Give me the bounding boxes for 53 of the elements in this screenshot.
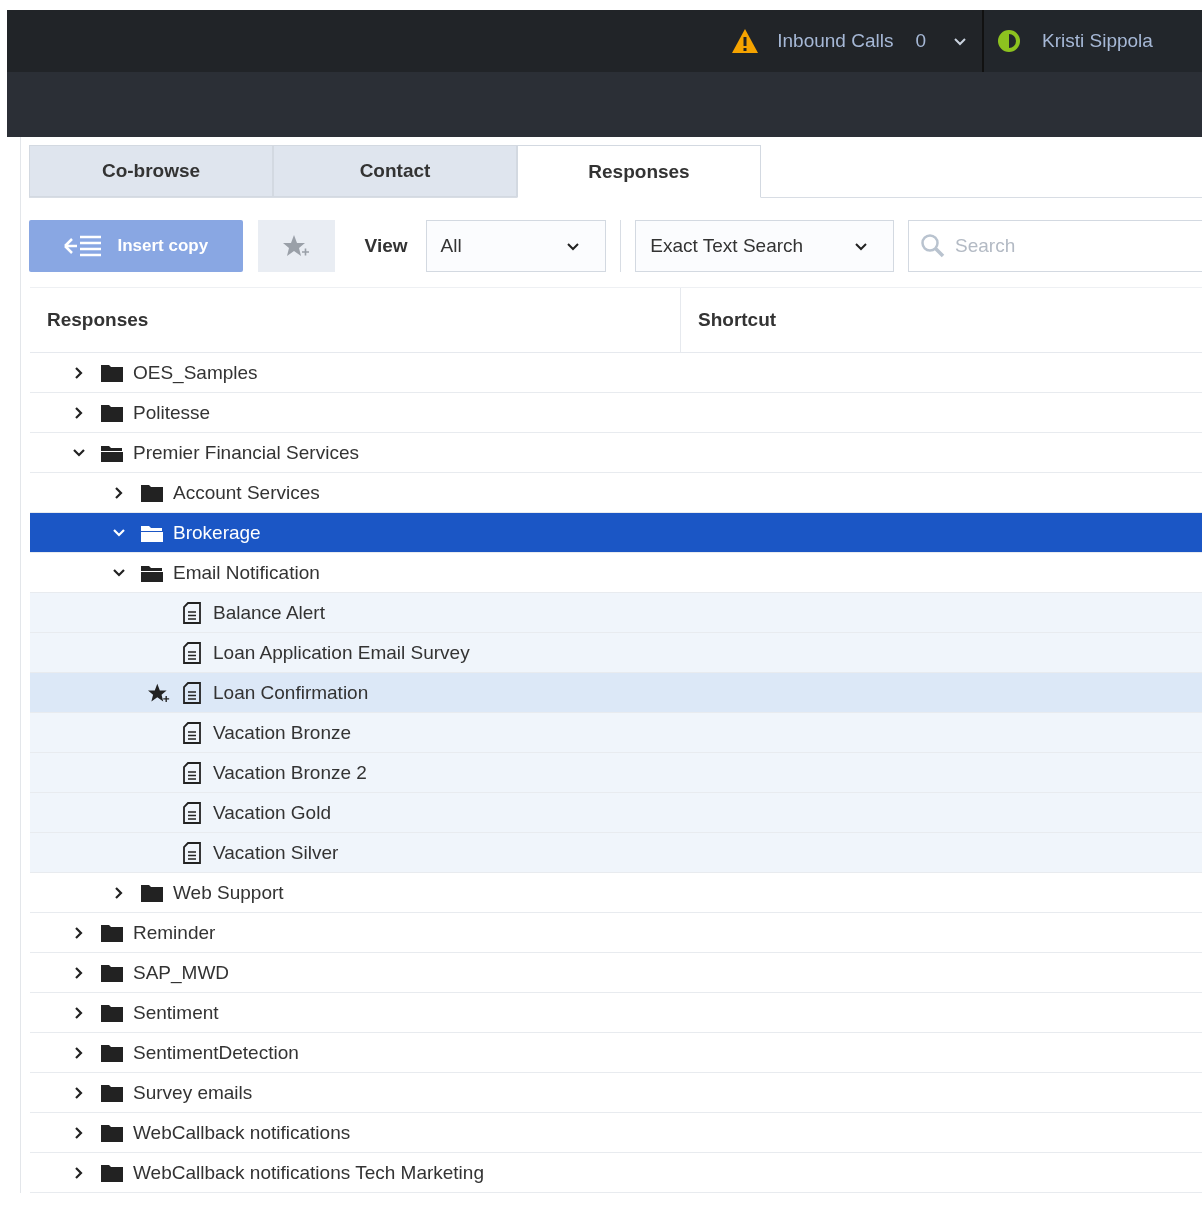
folder-icon [100,1042,124,1063]
tree-row[interactable]: Vacation Bronze [30,713,1202,753]
view-label: View [364,235,408,257]
folder-icon [140,482,164,503]
tree-row[interactable]: SAP_MWD [30,953,1202,993]
tree-row[interactable]: Vacation Silver [30,833,1202,873]
folder-icon [100,402,124,423]
insert-icon [63,234,104,258]
search-field[interactable]: Search [908,220,1202,272]
folder-icon [100,362,124,383]
tree-row[interactable]: Survey emails [30,1073,1202,1113]
tree-row[interactable]: SentimentDetection [30,1033,1202,1073]
search-mode-dropdown[interactable]: Exact Text Search [635,220,894,272]
status-icon [996,28,1022,54]
tree-row[interactable]: Vacation Gold [30,793,1202,833]
folder-icon [100,1002,124,1023]
document-icon [183,801,201,824]
document-icon [183,841,201,864]
column-header[interactable]: Shortcut [681,288,777,352]
warning-icon [731,28,760,54]
tree-row[interactable]: OES_Samples [30,353,1202,393]
tree-row[interactable]: Politesse [30,393,1202,433]
folder-icon [100,962,124,983]
tab[interactable]: Responses [517,145,761,198]
view-dropdown[interactable]: All [425,220,607,272]
tree-row[interactable]: Web Support [30,873,1202,913]
tree-row[interactable]: Premier Financial Services [30,433,1202,473]
star-plus-icon [282,233,311,259]
document-icon [183,601,201,624]
tree-row[interactable]: Loan Confirmation [30,673,1202,713]
call-count: 0 [915,30,926,52]
folder-icon [100,1082,124,1103]
document-icon [183,641,201,664]
folder-icon [100,922,124,943]
tree-row[interactable]: WebCallback notifications Tech Marketing [30,1153,1202,1193]
tree-row[interactable]: Vacation Bronze 2 [30,753,1202,793]
folder-icon [140,882,164,903]
folder-icon [100,1122,124,1143]
tab[interactable]: Co-browse [29,145,273,197]
document-icon [183,721,201,744]
tree-row[interactable]: Sentiment [30,993,1202,1033]
column-header[interactable]: Responses [30,288,681,352]
folder-icon [100,1162,124,1183]
user-name: Kristi Sippola [1042,30,1153,52]
document-icon [183,681,201,704]
tab[interactable]: Contact [273,145,517,197]
tree-row[interactable]: Reminder [30,913,1202,953]
tree-row[interactable]: Loan Application Email Survey [30,633,1202,673]
tree-row[interactable]: WebCallback notifications [30,1113,1202,1153]
tree-row[interactable]: Brokerage [30,513,1202,553]
document-icon [183,761,201,784]
tree-row[interactable]: Balance Alert [30,593,1202,633]
queue-label: Inbound Calls [777,30,894,52]
